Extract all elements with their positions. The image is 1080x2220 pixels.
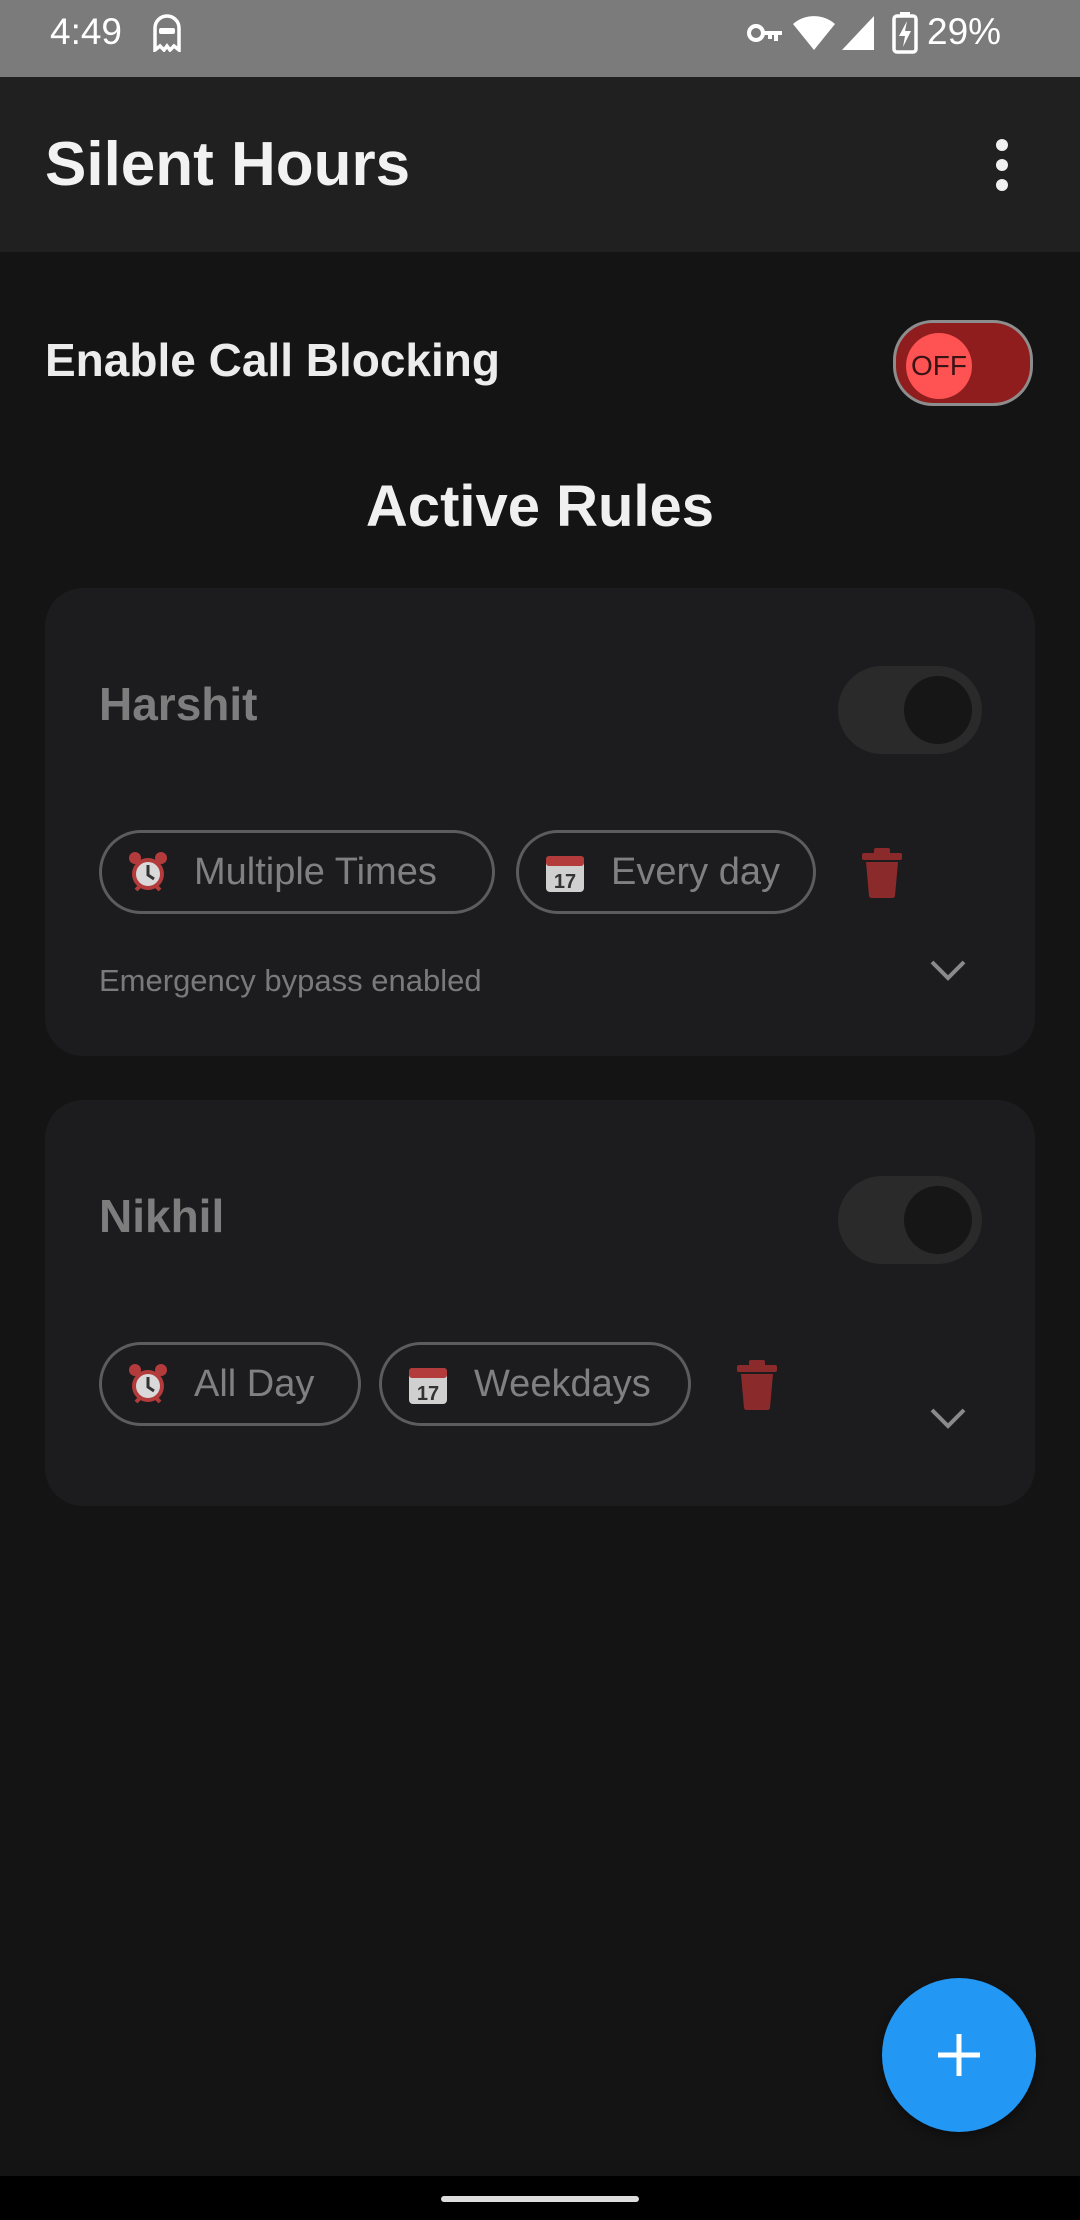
chevron-down-icon[interactable] [928, 1406, 968, 1430]
ghost-icon [153, 14, 181, 52]
cellular-signal-icon [842, 16, 874, 50]
emergency-bypass-note: Emergency bypass enabled [99, 963, 482, 998]
home-gesture-handle[interactable] [441, 2196, 639, 2202]
alarm-clock-icon [129, 1364, 167, 1404]
time-chip-label: All Day [194, 1363, 315, 1405]
rule-name: Nikhil [99, 1190, 225, 1242]
rule-card: Nikhil All Day 17 Weekdays [45, 1100, 1035, 1506]
day-chip[interactable]: 17 Weekdays [379, 1342, 691, 1426]
status-bar: 4:49 29% [0, 0, 1080, 77]
day-chip-label: Weekdays [474, 1363, 651, 1405]
delete-icon[interactable] [862, 848, 902, 898]
enable-call-blocking-label: Enable Call Blocking [45, 334, 500, 386]
toggle-thumb [904, 676, 972, 744]
app-bar: Silent Hours [0, 77, 1080, 252]
section-title: Active Rules [365, 474, 715, 539]
toggle-thumb [904, 1186, 972, 1254]
navigation-bar [0, 2176, 1080, 2220]
day-chip-label: Every day [611, 851, 780, 893]
time-chip[interactable]: Multiple Times [99, 830, 495, 914]
status-time: 4:49 [50, 11, 123, 52]
time-chip-label: Multiple Times [194, 851, 437, 893]
chevron-down-icon[interactable] [928, 958, 968, 982]
delete-icon[interactable] [737, 1360, 777, 1410]
call-blocking-toggle[interactable]: OFF [893, 320, 1033, 406]
toggle-track: OFF [893, 320, 1033, 406]
battery-charging-icon [892, 12, 918, 54]
svg-text:17: 17 [554, 871, 576, 893]
battery-percent: 29% [927, 11, 1002, 52]
plus-icon [938, 2034, 980, 2076]
toggle-thumb: OFF [906, 333, 972, 399]
add-rule-button[interactable] [882, 1978, 1036, 2132]
wifi-icon [793, 16, 835, 50]
rule-card: Harshit Multiple Times 17 Every day Emer… [45, 588, 1035, 1056]
svg-text:17: 17 [417, 1383, 439, 1405]
rule-name: Harshit [99, 678, 258, 730]
day-chip[interactable]: 17 Every day [516, 830, 816, 914]
app-title: Silent Hours [45, 130, 411, 199]
more-vert-icon[interactable] [980, 135, 1024, 195]
toggle-state-text: OFF [911, 350, 967, 381]
vpn-key-icon [747, 24, 782, 42]
calendar-icon: 17 [409, 1368, 447, 1405]
rule-toggle[interactable] [838, 1176, 982, 1264]
calendar-icon: 17 [546, 856, 584, 893]
alarm-clock-icon [129, 852, 167, 892]
time-chip[interactable]: All Day [99, 1342, 361, 1426]
rule-toggle[interactable] [838, 666, 982, 754]
